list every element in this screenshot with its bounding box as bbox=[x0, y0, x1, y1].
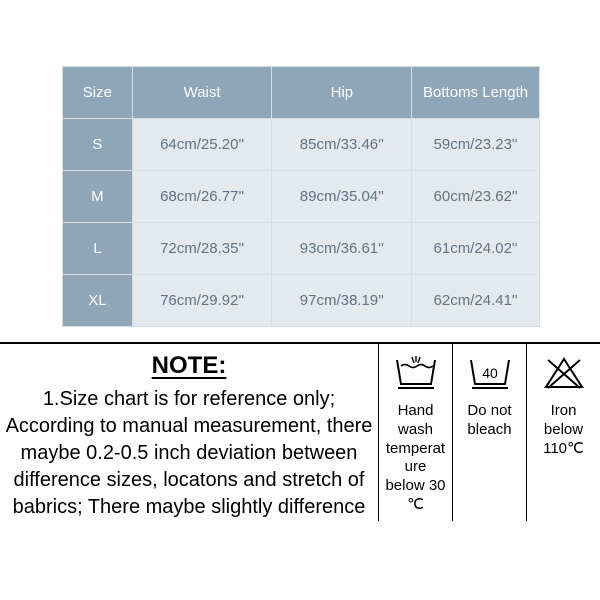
table-row: S 64cm/25.20'' 85cm/33.46'' 59cm/23.23'' bbox=[63, 119, 540, 171]
waist-cell: 68cm/26.77'' bbox=[132, 171, 272, 223]
note-body: 1.Size chart is for reference only; Acco… bbox=[0, 386, 378, 521]
length-cell: 59cm/23.23'' bbox=[412, 119, 540, 171]
svg-text:40: 40 bbox=[482, 365, 498, 381]
table-row: M 68cm/26.77'' 89cm/35.04'' 60cm/23.62'' bbox=[63, 171, 540, 223]
iron-icon bbox=[542, 352, 586, 394]
hip-cell: 89cm/35.04'' bbox=[272, 171, 412, 223]
care-label: Iron below 110℃ bbox=[531, 402, 596, 458]
length-cell: 62cm/24.41'' bbox=[412, 275, 540, 327]
handwash-icon bbox=[394, 352, 438, 394]
care-label: Do not bleach bbox=[457, 402, 522, 440]
size-cell: S bbox=[63, 119, 133, 171]
length-cell: 60cm/23.62'' bbox=[412, 171, 540, 223]
bleach-icon: 40 bbox=[468, 352, 512, 394]
hip-cell: 93cm/36.61'' bbox=[272, 223, 412, 275]
waist-cell: 76cm/29.92'' bbox=[132, 275, 272, 327]
size-cell: M bbox=[63, 171, 133, 223]
care-iron: Iron below 110℃ bbox=[526, 344, 600, 521]
note-column: NOTE: 1.Size chart is for reference only… bbox=[0, 344, 378, 521]
waist-cell: 64cm/25.20'' bbox=[132, 119, 272, 171]
waist-cell: 72cm/28.35'' bbox=[132, 223, 272, 275]
hip-cell: 85cm/33.46'' bbox=[272, 119, 412, 171]
info-row: NOTE: 1.Size chart is for reference only… bbox=[0, 342, 600, 521]
table-row: XL 76cm/29.92'' 97cm/38.19'' 62cm/24.41'… bbox=[63, 275, 540, 327]
length-cell: 61cm/24.02'' bbox=[412, 223, 540, 275]
hip-cell: 97cm/38.19'' bbox=[272, 275, 412, 327]
col-waist: Waist bbox=[132, 67, 272, 119]
table-row: L 72cm/28.35'' 93cm/36.61'' 61cm/24.02'' bbox=[63, 223, 540, 275]
size-chart-table: Size Waist Hip Bottoms Length S 64cm/25.… bbox=[62, 66, 540, 327]
col-size: Size bbox=[63, 67, 133, 119]
care-bleach: 40 Do not bleach bbox=[452, 344, 526, 521]
col-hip: Hip bbox=[272, 67, 412, 119]
care-icons: Hand wash temperat ure below 30 ℃ 40 Do … bbox=[378, 344, 600, 521]
care-handwash: Hand wash temperat ure below 30 ℃ bbox=[378, 344, 452, 521]
col-length: Bottoms Length bbox=[412, 67, 540, 119]
note-title: NOTE: bbox=[0, 344, 378, 386]
size-cell: L bbox=[63, 223, 133, 275]
size-cell: XL bbox=[63, 275, 133, 327]
care-label: Hand wash temperat ure below 30 ℃ bbox=[383, 402, 448, 515]
